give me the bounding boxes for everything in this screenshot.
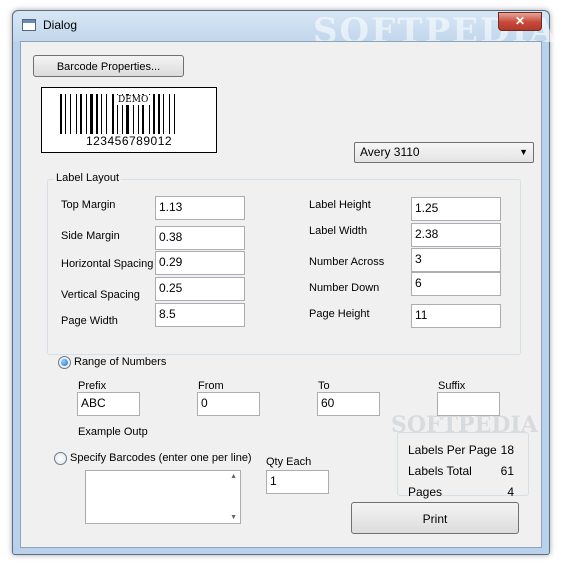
- prefix-input[interactable]: ABC: [77, 392, 140, 416]
- number-across-input[interactable]: 3: [411, 248, 501, 272]
- barcode-bar: [158, 94, 160, 134]
- page-width-input[interactable]: 8.5: [155, 303, 245, 327]
- example-output-label: Example Outp: [78, 426, 148, 438]
- pages-label: Pages: [408, 485, 443, 499]
- barcode-bar: [106, 94, 107, 134]
- range-of-numbers-label[interactable]: Range of Numbers: [74, 356, 166, 368]
- label-type-dropdown[interactable]: Avery 3110 ▼: [354, 142, 534, 163]
- barcode-bar: [60, 94, 62, 134]
- close-button[interactable]: ✕: [498, 12, 542, 31]
- labels-per-page-label: Labels Per Page: [408, 443, 497, 457]
- barcode-bar: [169, 94, 170, 134]
- barcode-bar: [96, 94, 98, 134]
- horizontal-spacing-label: Horizontal Spacing: [61, 258, 154, 270]
- qty-each-input[interactable]: 1: [266, 470, 329, 494]
- label-width-input[interactable]: 2.38: [411, 223, 501, 247]
- dialog-window: Dialog SOFTPEDIA ✕ Barcode Properties...…: [12, 10, 556, 555]
- page-height-label: Page Height: [309, 308, 370, 320]
- from-input[interactable]: 0: [197, 392, 260, 416]
- label-height-input[interactable]: 1.25: [411, 197, 501, 221]
- label-width-label: Label Width: [309, 225, 368, 237]
- suffix-label: Suffix: [438, 380, 466, 392]
- range-of-numbers-radio[interactable]: [58, 356, 71, 369]
- labels-total-value: 61: [500, 464, 514, 478]
- pages-value: 4: [507, 485, 514, 499]
- number-across-label: Number Across: [309, 256, 385, 268]
- scroll-up-icon[interactable]: ▲: [230, 473, 237, 480]
- barcode-bar: [90, 94, 93, 134]
- window-title: Dialog: [43, 18, 78, 32]
- number-down-input[interactable]: 6: [411, 272, 501, 296]
- top-margin-label: Top Margin: [61, 199, 116, 211]
- specify-barcodes-label[interactable]: Specify Barcodes (enter one per line): [70, 452, 252, 464]
- labels-per-page-value: 18: [500, 443, 514, 457]
- label-stats-group: Labels Per Page 18 Labels Total 61 Pages…: [397, 432, 529, 499]
- scroll-down-icon[interactable]: ▼: [230, 514, 237, 521]
- number-down-label: Number Down: [309, 282, 380, 294]
- prefix-label: Prefix: [78, 380, 107, 392]
- barcode-bar: [101, 94, 102, 134]
- labels-total-label: Labels Total: [408, 464, 472, 478]
- vertical-spacing-label: Vertical Spacing: [61, 289, 140, 301]
- chevron-down-icon: ▼: [519, 147, 528, 157]
- label-height-label: Label Height: [309, 199, 371, 211]
- barcode-properties-button[interactable]: Barcode Properties...: [33, 55, 184, 77]
- barcode-bar: [112, 94, 114, 134]
- barcode-bar: [76, 94, 77, 134]
- barcode-bar: [65, 94, 66, 134]
- horizontal-spacing-input[interactable]: 0.29: [155, 251, 245, 275]
- barcode-bar: [70, 94, 71, 134]
- barcode-bar: [153, 94, 155, 134]
- label-layout-title: Label Layout: [54, 172, 121, 184]
- page-height-input[interactable]: 11: [411, 304, 501, 328]
- barcode-bar: [86, 94, 87, 134]
- page-width-label: Page Width: [61, 315, 118, 327]
- to-label: To: [318, 380, 330, 392]
- barcode-bar: [174, 94, 175, 134]
- side-margin-label: Side Margin: [61, 230, 120, 242]
- barcode-preview: DEMO 123456789012: [41, 87, 217, 153]
- vertical-spacing-input[interactable]: 0.25: [155, 277, 245, 301]
- barcode-demo-label: DEMO: [116, 95, 151, 105]
- top-margin-input[interactable]: 1.13: [155, 196, 245, 220]
- specify-barcodes-radio[interactable]: [54, 452, 67, 465]
- from-label: From: [198, 380, 224, 392]
- side-margin-input[interactable]: 0.38: [155, 226, 245, 250]
- print-button[interactable]: Print: [351, 502, 519, 534]
- title-bar[interactable]: Dialog SOFTPEDIA ✕: [13, 11, 556, 51]
- barcode-bar: [163, 94, 164, 134]
- to-input[interactable]: 60: [317, 392, 380, 416]
- qty-each-label: Qty Each: [266, 456, 312, 468]
- dialog-client-area: Barcode Properties... DEMO 123456789012 …: [20, 41, 542, 548]
- barcode-bar: [80, 94, 82, 134]
- window-icon: [22, 19, 36, 31]
- barcodes-textarea[interactable]: ▲ ▼: [85, 470, 241, 524]
- barcode-number: 123456789012: [85, 134, 173, 148]
- label-type-selected: Avery 3110: [360, 145, 420, 159]
